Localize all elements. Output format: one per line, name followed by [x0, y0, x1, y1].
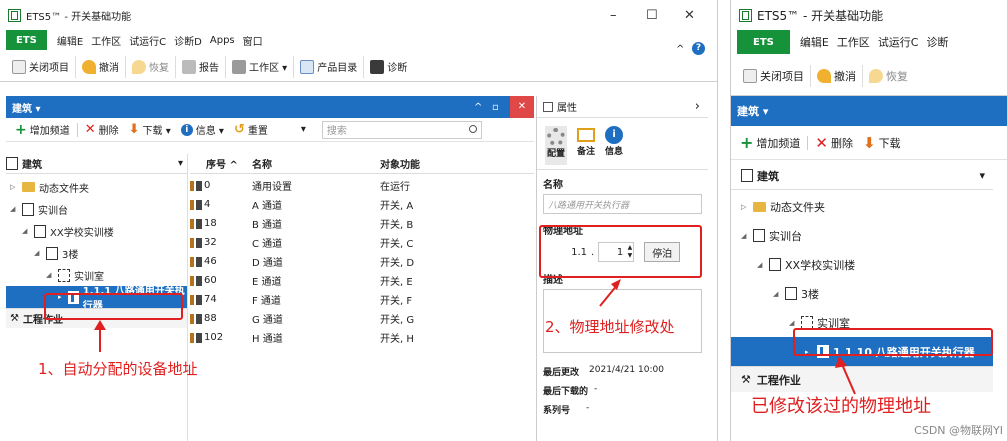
- right-window: ETS5™ - 开关基础功能 ETS 编辑E 工作区 试运行C 诊断 关闭项目 …: [730, 0, 1007, 441]
- arrow-head-device: [94, 320, 106, 330]
- arrow-head-modified: [835, 356, 847, 368]
- left-window: ETS5™ - 开关基础功能 – ☐ ✕ ETS 编辑E 工作区 试运行C 诊断…: [0, 0, 718, 441]
- watermark: CSDN @物联网YI: [914, 424, 1003, 437]
- annotation-arrow-right: [835, 356, 856, 395]
- arrow-head-address: [611, 279, 621, 290]
- arrow-to-modified: [840, 361, 856, 395]
- annotation-arrows: [94, 279, 621, 352]
- annotation-modified-address: 已修改该过的物理地址: [751, 396, 931, 417]
